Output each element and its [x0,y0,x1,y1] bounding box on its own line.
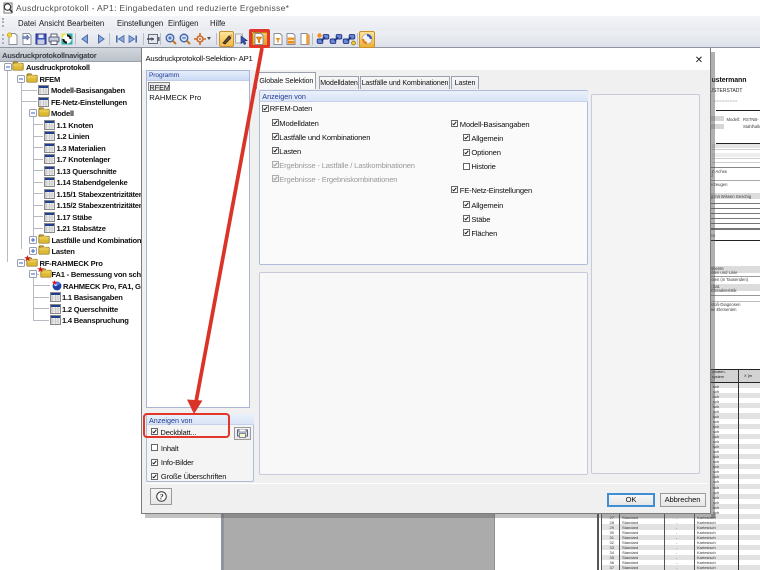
svg-text:?: ? [160,492,164,501]
